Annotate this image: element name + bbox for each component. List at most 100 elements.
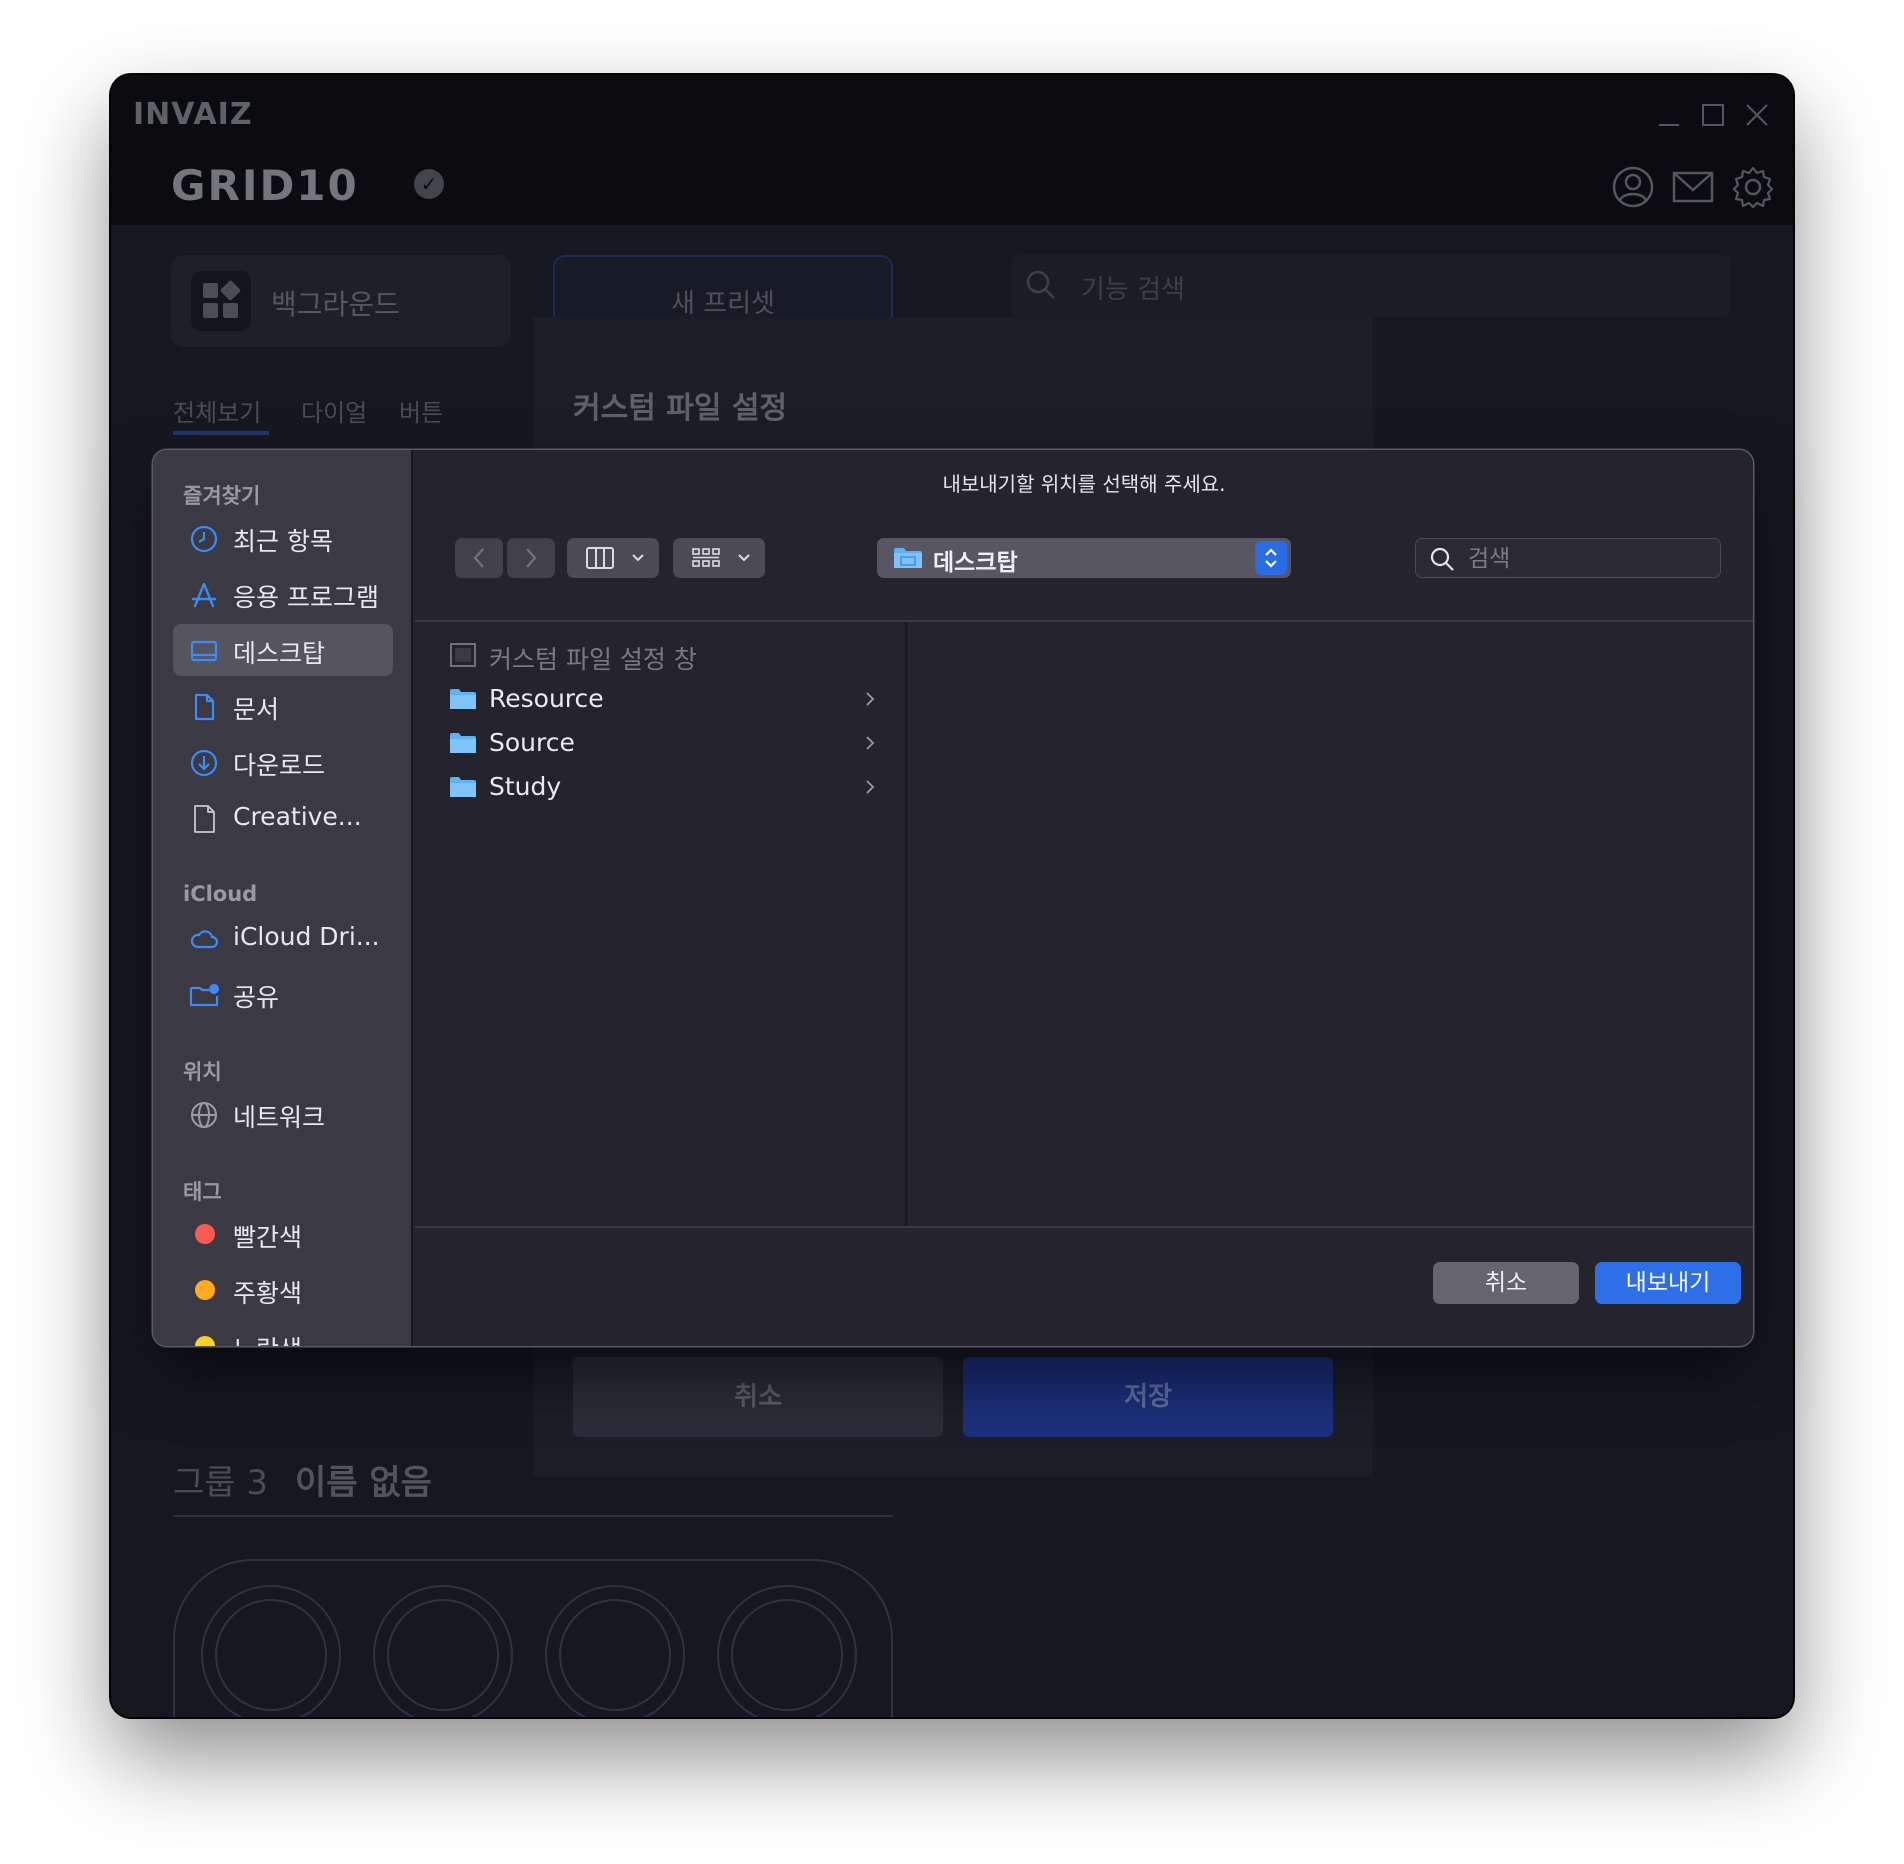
toolbar-divider (415, 620, 1753, 622)
folder-name: Study (489, 772, 562, 801)
chevron-right-icon (866, 692, 875, 706)
file-row[interactable]: 커스텀 파일 설정 창 (415, 634, 903, 678)
search-icon (1430, 547, 1454, 571)
back-button[interactable] (455, 538, 503, 578)
close-icon[interactable] (1743, 101, 1771, 129)
sidebar-item-label: 최근 항목 (233, 527, 333, 556)
document-file-icon (450, 643, 476, 667)
chevron-down-icon (632, 554, 644, 562)
folder-icon (450, 777, 476, 797)
active-tab-indicator (173, 431, 269, 435)
network-icon (191, 1102, 217, 1128)
panel-cancel-button[interactable]: 취소 (573, 1357, 943, 1437)
group-name[interactable]: 이름 없음 (295, 1455, 432, 1504)
cloud-icon (190, 930, 219, 949)
shared-folder-icon (189, 984, 219, 1007)
sidebar-item-label: 데스크탑 (233, 639, 326, 668)
dial-4[interactable] (717, 1585, 857, 1717)
dialog-sidebar: 즐겨찾기 최근 항목 응용 프로그램 데스크탑 문서 다운로드 Creative… (153, 450, 413, 1346)
sidebar-item-downloads[interactable]: 다운로드 (173, 736, 393, 788)
panel-save-button[interactable]: 저장 (963, 1357, 1333, 1437)
tab-all[interactable]: 전체보기 (173, 393, 261, 428)
sidebar-item-creative[interactable]: Creative... (173, 792, 393, 844)
desktop-icon (190, 640, 218, 662)
sidebar-item-label: Creative... (233, 802, 362, 831)
new-preset-label: 새 프리셋 (671, 289, 775, 319)
feature-search-input[interactable]: 기능 검색 (1011, 255, 1731, 317)
sidebar-item-tag-orange[interactable]: 주황색 (173, 1264, 393, 1316)
sidebar-item-network[interactable]: 네트워크 (173, 1088, 393, 1140)
red-tag-icon (195, 1224, 215, 1244)
up-down-chevron-icon (1265, 548, 1277, 568)
location-select[interactable]: 데스크탑 (877, 538, 1291, 578)
group-view-button[interactable] (673, 538, 765, 578)
cancel-button[interactable]: 취소 (1433, 1262, 1579, 1304)
brand-logo: INVAIZ (133, 97, 253, 132)
product-logo: GRID10 (171, 161, 359, 210)
minimize-icon[interactable] (1655, 101, 1683, 129)
forward-button[interactable] (507, 538, 555, 578)
chevron-right-icon (526, 548, 537, 568)
sidebar-item-label: 문서 (233, 695, 280, 724)
location-label: 데스크탑 (933, 550, 1018, 576)
folder-icon (894, 548, 922, 568)
file-name: 커스텀 파일 설정 창 (489, 645, 697, 674)
folder-icon (450, 733, 476, 753)
file-icon (194, 805, 215, 833)
sidebar-item-label: 응용 프로그램 (233, 583, 379, 612)
dial-3[interactable] (545, 1585, 685, 1717)
folder-name: Source (489, 728, 575, 757)
locations-header: 위치 (183, 1060, 222, 1084)
mail-icon[interactable] (1671, 165, 1715, 209)
sidebar-item-label: 주황색 (233, 1279, 303, 1308)
folder-icon (450, 689, 476, 709)
orange-tag-icon (195, 1280, 215, 1300)
folder-row[interactable]: Resource (415, 678, 903, 722)
chevron-left-icon (473, 548, 484, 568)
chevron-right-icon (866, 736, 875, 750)
divider (173, 1515, 893, 1517)
dial-1[interactable] (201, 1585, 341, 1717)
sidebar-item-applications[interactable]: 응용 프로그램 (173, 568, 393, 620)
group-title: 그룹 3 (173, 1463, 268, 1503)
column-view-button[interactable] (567, 538, 659, 578)
sidebar-item-icloud-drive[interactable]: iCloud Dri... (173, 912, 393, 964)
sidebar-item-label: 네트워크 (233, 1103, 326, 1132)
folder-name: Resource (489, 684, 604, 713)
columns-icon (586, 547, 614, 569)
feature-search-placeholder: 기능 검색 (1081, 275, 1185, 305)
sidebar-item-shared[interactable]: 공유 (173, 968, 393, 1020)
panel-title: 커스텀 파일 설정 (573, 391, 788, 426)
footer-divider (415, 1226, 1753, 1228)
column-divider[interactable] (905, 622, 907, 1226)
sidebar-item-tag-red[interactable]: 빨간색 (173, 1208, 393, 1260)
tags-header: 태그 (183, 1180, 222, 1204)
favorites-header: 즐겨찾기 (183, 484, 261, 508)
yellow-tag-icon (195, 1336, 215, 1346)
dialog-search[interactable] (1415, 538, 1721, 578)
search-input[interactable] (1468, 545, 1708, 573)
search-icon (1026, 270, 1055, 299)
dial-2[interactable] (373, 1585, 513, 1717)
widgets-icon (191, 271, 251, 331)
tab-dial[interactable]: 다이얼 (301, 393, 367, 428)
icloud-header: iCloud (183, 882, 258, 906)
folder-row[interactable]: Source (415, 722, 903, 766)
sidebar-item-tag-yellow[interactable]: 노란색 (173, 1320, 393, 1346)
location-stepper[interactable] (1255, 541, 1287, 575)
sidebar-item-label: 공유 (233, 983, 280, 1012)
tab-button[interactable]: 버튼 (399, 393, 443, 428)
export-button[interactable]: 내보내기 (1595, 1262, 1741, 1304)
background-card[interactable]: 백그라운드 (171, 255, 511, 347)
profile-icon[interactable] (1611, 165, 1655, 209)
settings-icon[interactable] (1731, 165, 1775, 209)
title-bar: INVAIZ GRID10 ✓ (111, 75, 1793, 225)
sidebar-item-documents[interactable]: 문서 (173, 680, 393, 732)
document-icon (194, 693, 215, 721)
sidebar-item-desktop[interactable]: 데스크탑 (173, 624, 393, 676)
sidebar-item-recents[interactable]: 최근 항목 (173, 512, 393, 564)
maximize-icon[interactable] (1699, 101, 1727, 129)
folder-row[interactable]: Study (415, 766, 903, 810)
chevron-down-icon (738, 554, 750, 562)
download-icon (190, 749, 218, 777)
